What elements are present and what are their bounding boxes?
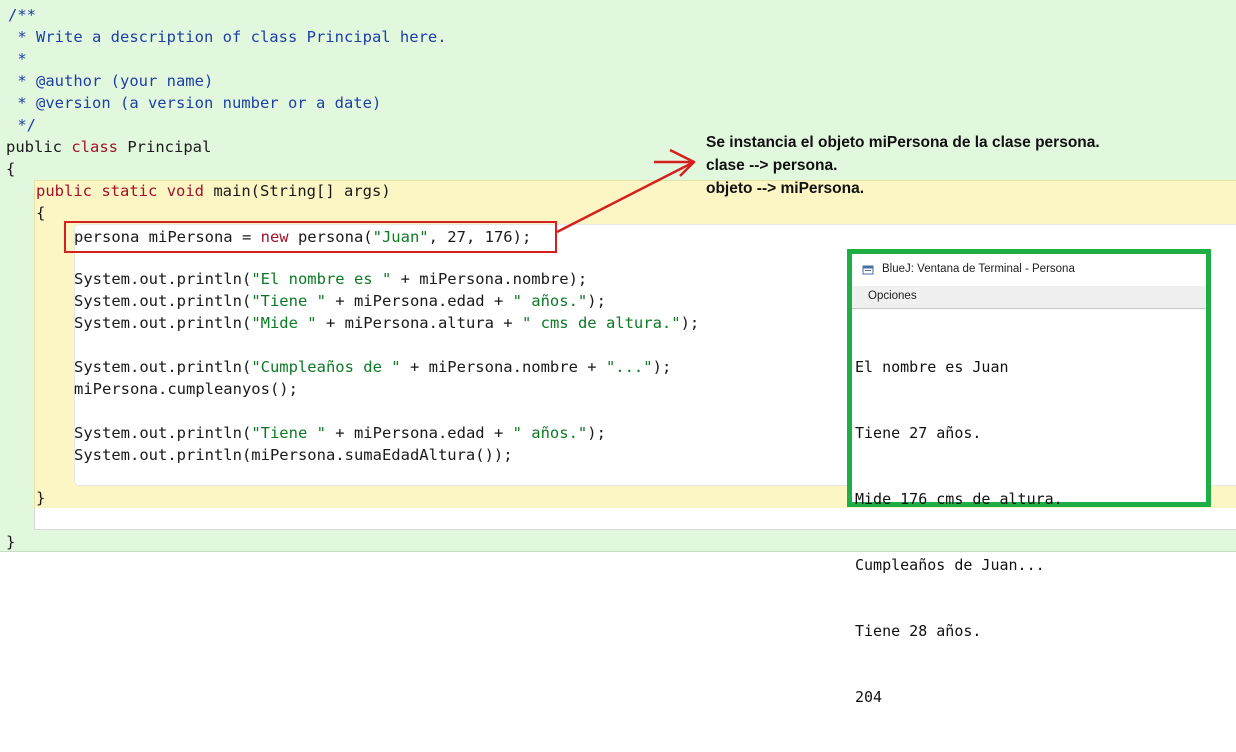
method-call-line: miPersona.cumpleanyos();: [74, 380, 298, 398]
class-declaration: public class Principal: [6, 138, 212, 156]
bluej-app-icon: [862, 265, 874, 275]
comment-line: * @version (a version number or a date): [8, 94, 382, 112]
comment-line: *: [8, 50, 27, 68]
comment-line: /**: [8, 6, 36, 24]
print-line: System.out.println(miPersona.sumaEdadAlt…: [74, 446, 513, 464]
terminal-window[interactable]: BlueJ: Ventana de Terminal - Persona Opc…: [847, 249, 1211, 706]
annotation-line: clase --> persona.: [706, 157, 838, 174]
print-line: System.out.println("Tiene " + miPersona.…: [74, 424, 606, 442]
annotation-line: Se instancia el objeto miPersona de la c…: [706, 134, 1100, 151]
method-open-brace: {: [36, 204, 46, 222]
output-line: Mide 176 cms de altura.: [855, 490, 1063, 508]
method-close-brace: }: [36, 489, 46, 507]
class-close-brace: }: [6, 533, 16, 551]
output-line: El nombre es Juan: [855, 358, 1009, 376]
terminal-menubar: Opciones: [852, 286, 1206, 309]
output-line: Tiene 28 años.: [855, 622, 982, 640]
comment-line: * @author (your name): [8, 72, 214, 90]
print-line: System.out.println("Tiene " + miPersona.…: [74, 292, 606, 310]
class-open-brace: {: [6, 160, 16, 178]
terminal-output[interactable]: El nombre es Juan Tiene 27 años. Mide 17…: [855, 312, 1063, 752]
terminal-titlebar[interactable]: BlueJ: Ventana de Terminal - Persona: [852, 254, 1206, 286]
terminal-title: BlueJ: Ventana de Terminal - Persona: [882, 263, 1075, 275]
menu-opciones[interactable]: Opciones: [868, 290, 917, 302]
print-line: System.out.println("Mide " + miPersona.a…: [74, 314, 700, 332]
method-declaration: public static void main(String[] args): [36, 182, 391, 200]
print-line: System.out.println("El nombre es " + miP…: [74, 270, 588, 288]
comment-line: * Write a description of class Principal…: [8, 28, 447, 46]
annotation-line: objeto --> miPersona.: [706, 180, 865, 197]
instance-highlight-box: [64, 221, 557, 253]
print-line: System.out.println("Cumpleaños de " + mi…: [74, 358, 672, 376]
output-line: Tiene 27 años.: [855, 424, 982, 442]
output-line: Cumpleaños de Juan...: [855, 556, 1045, 574]
comment-line: */: [8, 116, 36, 134]
output-line: 204: [855, 688, 883, 706]
